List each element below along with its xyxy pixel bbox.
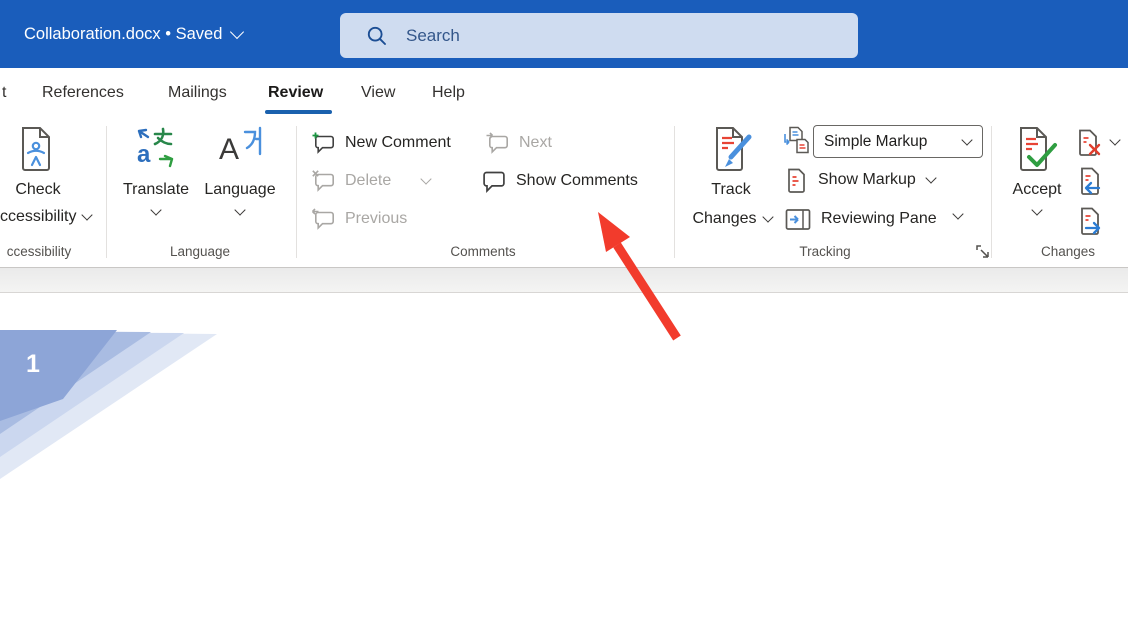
title-bar: Collaboration.docx • Saved Search [0,0,1128,68]
reject-button[interactable] [1077,129,1103,157]
check-accessibility-label-line1[interactable]: Check [0,181,78,199]
page-number: 1 [26,350,40,379]
chevron-down-icon [1031,204,1042,215]
chevron-down-icon[interactable] [1109,134,1120,145]
accessibility-document-icon [16,126,56,172]
group-divider [296,126,297,258]
accept-changes-icon [1015,126,1059,174]
group-label-tracking: Tracking [765,244,885,260]
accept-button[interactable] [1015,126,1059,174]
new-comment-icon [312,132,336,154]
next-comment-button[interactable]: Next [486,130,552,156]
group-divider [106,126,107,258]
track-changes-icon [709,126,755,174]
previous-change-button[interactable] [1077,167,1104,197]
search-input[interactable]: Search [340,13,858,58]
delete-comment-icon [312,170,336,192]
check-accessibility-button[interactable] [16,126,56,172]
delete-comment-button[interactable]: Delete [312,168,430,194]
group-divider [674,126,675,258]
language-label[interactable]: Language [200,181,280,199]
svg-text:A: A [219,133,239,166]
translate-icon: a [135,126,177,168]
word-window: Collaboration.docx • Saved Search t Refe… [0,0,1128,635]
display-for-review-dropdown[interactable]: Simple Markup [813,125,983,158]
cover-triangles-graphic [0,293,230,493]
track-changes-button[interactable] [709,126,755,174]
group-label-comments: Comments [423,244,543,260]
document-page[interactable]: 1 [0,293,1128,635]
show-markup-icon [786,168,807,193]
tab-references[interactable]: References [42,68,124,118]
chevron-down-icon [82,209,93,220]
chevron-down-icon [234,204,245,215]
chevron-down-icon [150,204,161,215]
track-changes-label-line2[interactable]: Changes [676,206,788,232]
ruler-strip [0,267,1128,293]
group-label-changes: Changes [1008,244,1128,260]
next-comment-icon [486,132,510,154]
chevron-down-icon [961,134,972,145]
reviewing-pane-icon [785,207,811,232]
previous-comment-button[interactable]: Previous [312,206,407,232]
show-comments-button[interactable]: Show Comments [482,168,638,194]
reviewing-pane-button[interactable]: Reviewing Pane [785,206,937,232]
display-for-review-value: Simple Markup [824,133,963,151]
tab-view[interactable]: View [361,68,395,118]
translate-button[interactable]: a [135,126,177,168]
chevron-down-icon [952,208,963,219]
chevron-down-icon [230,25,244,39]
chevron-down-icon [421,173,432,184]
translate-label[interactable]: Translate [116,181,196,199]
chevron-down-icon [925,172,936,183]
show-markup-button[interactable]: Show Markup [786,167,935,193]
group-label-accessibility: ccessibility [0,244,78,260]
next-change-icon [1077,207,1104,237]
ribbon: Check ccessibility ccessibility a Transl… [0,118,1128,267]
previous-change-icon [1077,167,1104,197]
group-label-language: Language [140,244,260,260]
check-accessibility-label-line2[interactable]: ccessibility [0,204,91,230]
reject-changes-icon [1077,129,1103,157]
tracking-dialog-launcher[interactable] [976,245,990,259]
next-change-button[interactable] [1077,207,1104,237]
accept-label[interactable]: Accept [997,181,1077,199]
chevron-down-icon [762,211,773,222]
previous-comment-icon [312,208,336,230]
tab-help[interactable]: Help [432,68,465,118]
track-changes-label-line1[interactable]: Track [691,181,771,199]
display-for-review-icon[interactable] [783,126,810,155]
svg-text:a: a [137,141,151,168]
show-comments-icon [482,170,507,193]
group-divider [991,126,992,258]
new-comment-button[interactable]: New Comment [312,130,451,156]
tab-partial-layout[interactable]: t [2,68,6,118]
language-icon: A [219,126,263,168]
document-title-menu[interactable]: Collaboration.docx • Saved [24,0,242,68]
search-icon [366,25,388,47]
ribbon-tab-row: t References Mailings Review View Help [0,68,1128,118]
document-title: Collaboration.docx • Saved [24,25,222,44]
search-placeholder: Search [406,26,460,46]
active-tab-indicator [265,110,332,114]
language-button[interactable]: A [219,126,263,168]
tab-mailings[interactable]: Mailings [168,68,227,118]
